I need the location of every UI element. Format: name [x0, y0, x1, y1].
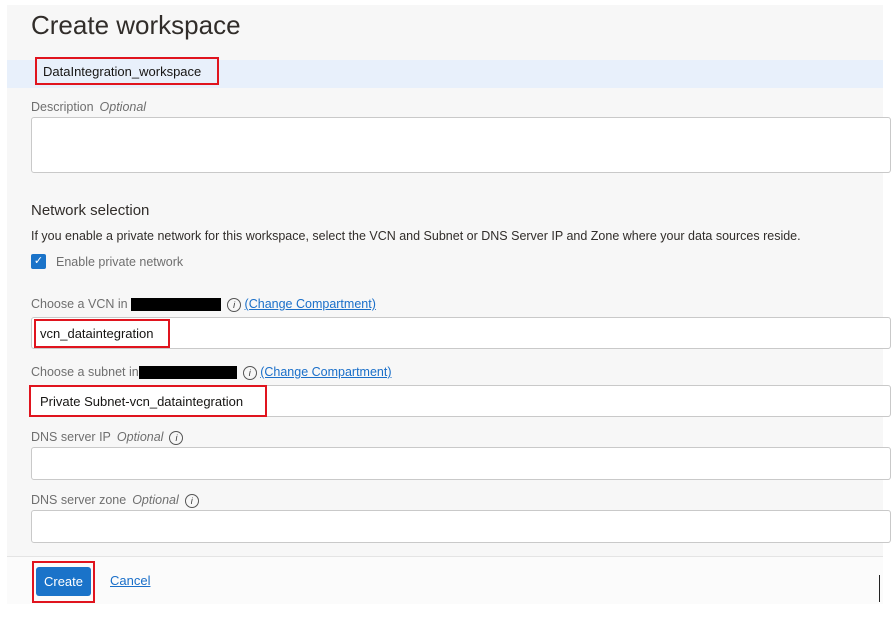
- divider: [879, 575, 880, 602]
- network-selection-heading: Network selection: [31, 202, 150, 219]
- subnet-label: Choose a subnet in: [31, 365, 139, 379]
- dns-server-ip-input[interactable]: [31, 447, 891, 480]
- dns-zone-label-text: DNS server zone: [31, 493, 127, 507]
- vcn-label: Choose a VCN in: [31, 297, 128, 311]
- info-icon[interactable]: i: [227, 297, 242, 312]
- dns-ip-label-text: DNS server IP: [31, 430, 111, 444]
- enable-private-network-checkbox[interactable]: ✓: [31, 254, 46, 269]
- info-icon[interactable]: i: [169, 430, 184, 445]
- page-title: Create workspace: [31, 10, 241, 40]
- redacted-compartment: [138, 366, 237, 380]
- network-help-text: If you enable a private network for this…: [31, 229, 801, 243]
- info-icon[interactable]: i: [184, 493, 199, 508]
- redacted-compartment: [131, 298, 222, 312]
- dns-zone-label: DNS server zone Optional i: [31, 493, 199, 508]
- subnet-selected-value[interactable]: Private Subnet-vcn_dataintegration: [29, 385, 267, 417]
- dns-server-zone-input[interactable]: [31, 510, 891, 543]
- workspace-name-input[interactable]: DataIntegration_workspace: [35, 57, 219, 85]
- info-icon[interactable]: i: [242, 365, 257, 380]
- change-compartment-link[interactable]: (Change Compartment): [245, 297, 376, 311]
- cancel-link[interactable]: Cancel: [110, 573, 150, 588]
- subnet-label-row: Choose a subnet in i (Change Compartment): [31, 365, 392, 380]
- description-label: Description Optional: [31, 100, 146, 114]
- create-button[interactable]: Create: [36, 567, 91, 596]
- enable-private-network-label: Enable private network: [56, 255, 184, 269]
- description-textarea[interactable]: [31, 117, 891, 173]
- vcn-selected-value[interactable]: vcn_dataintegration: [34, 319, 170, 348]
- dns-ip-label: DNS server IP Optional i: [31, 430, 184, 445]
- optional-tag: Optional: [132, 493, 179, 507]
- optional-tag: Optional: [116, 430, 164, 444]
- change-compartment-link[interactable]: (Change Compartment): [260, 365, 391, 379]
- optional-tag: Optional: [99, 100, 147, 114]
- description-label-text: Description: [31, 100, 94, 114]
- vcn-label-row: Choose a VCN in i (Change Compartment): [31, 297, 376, 312]
